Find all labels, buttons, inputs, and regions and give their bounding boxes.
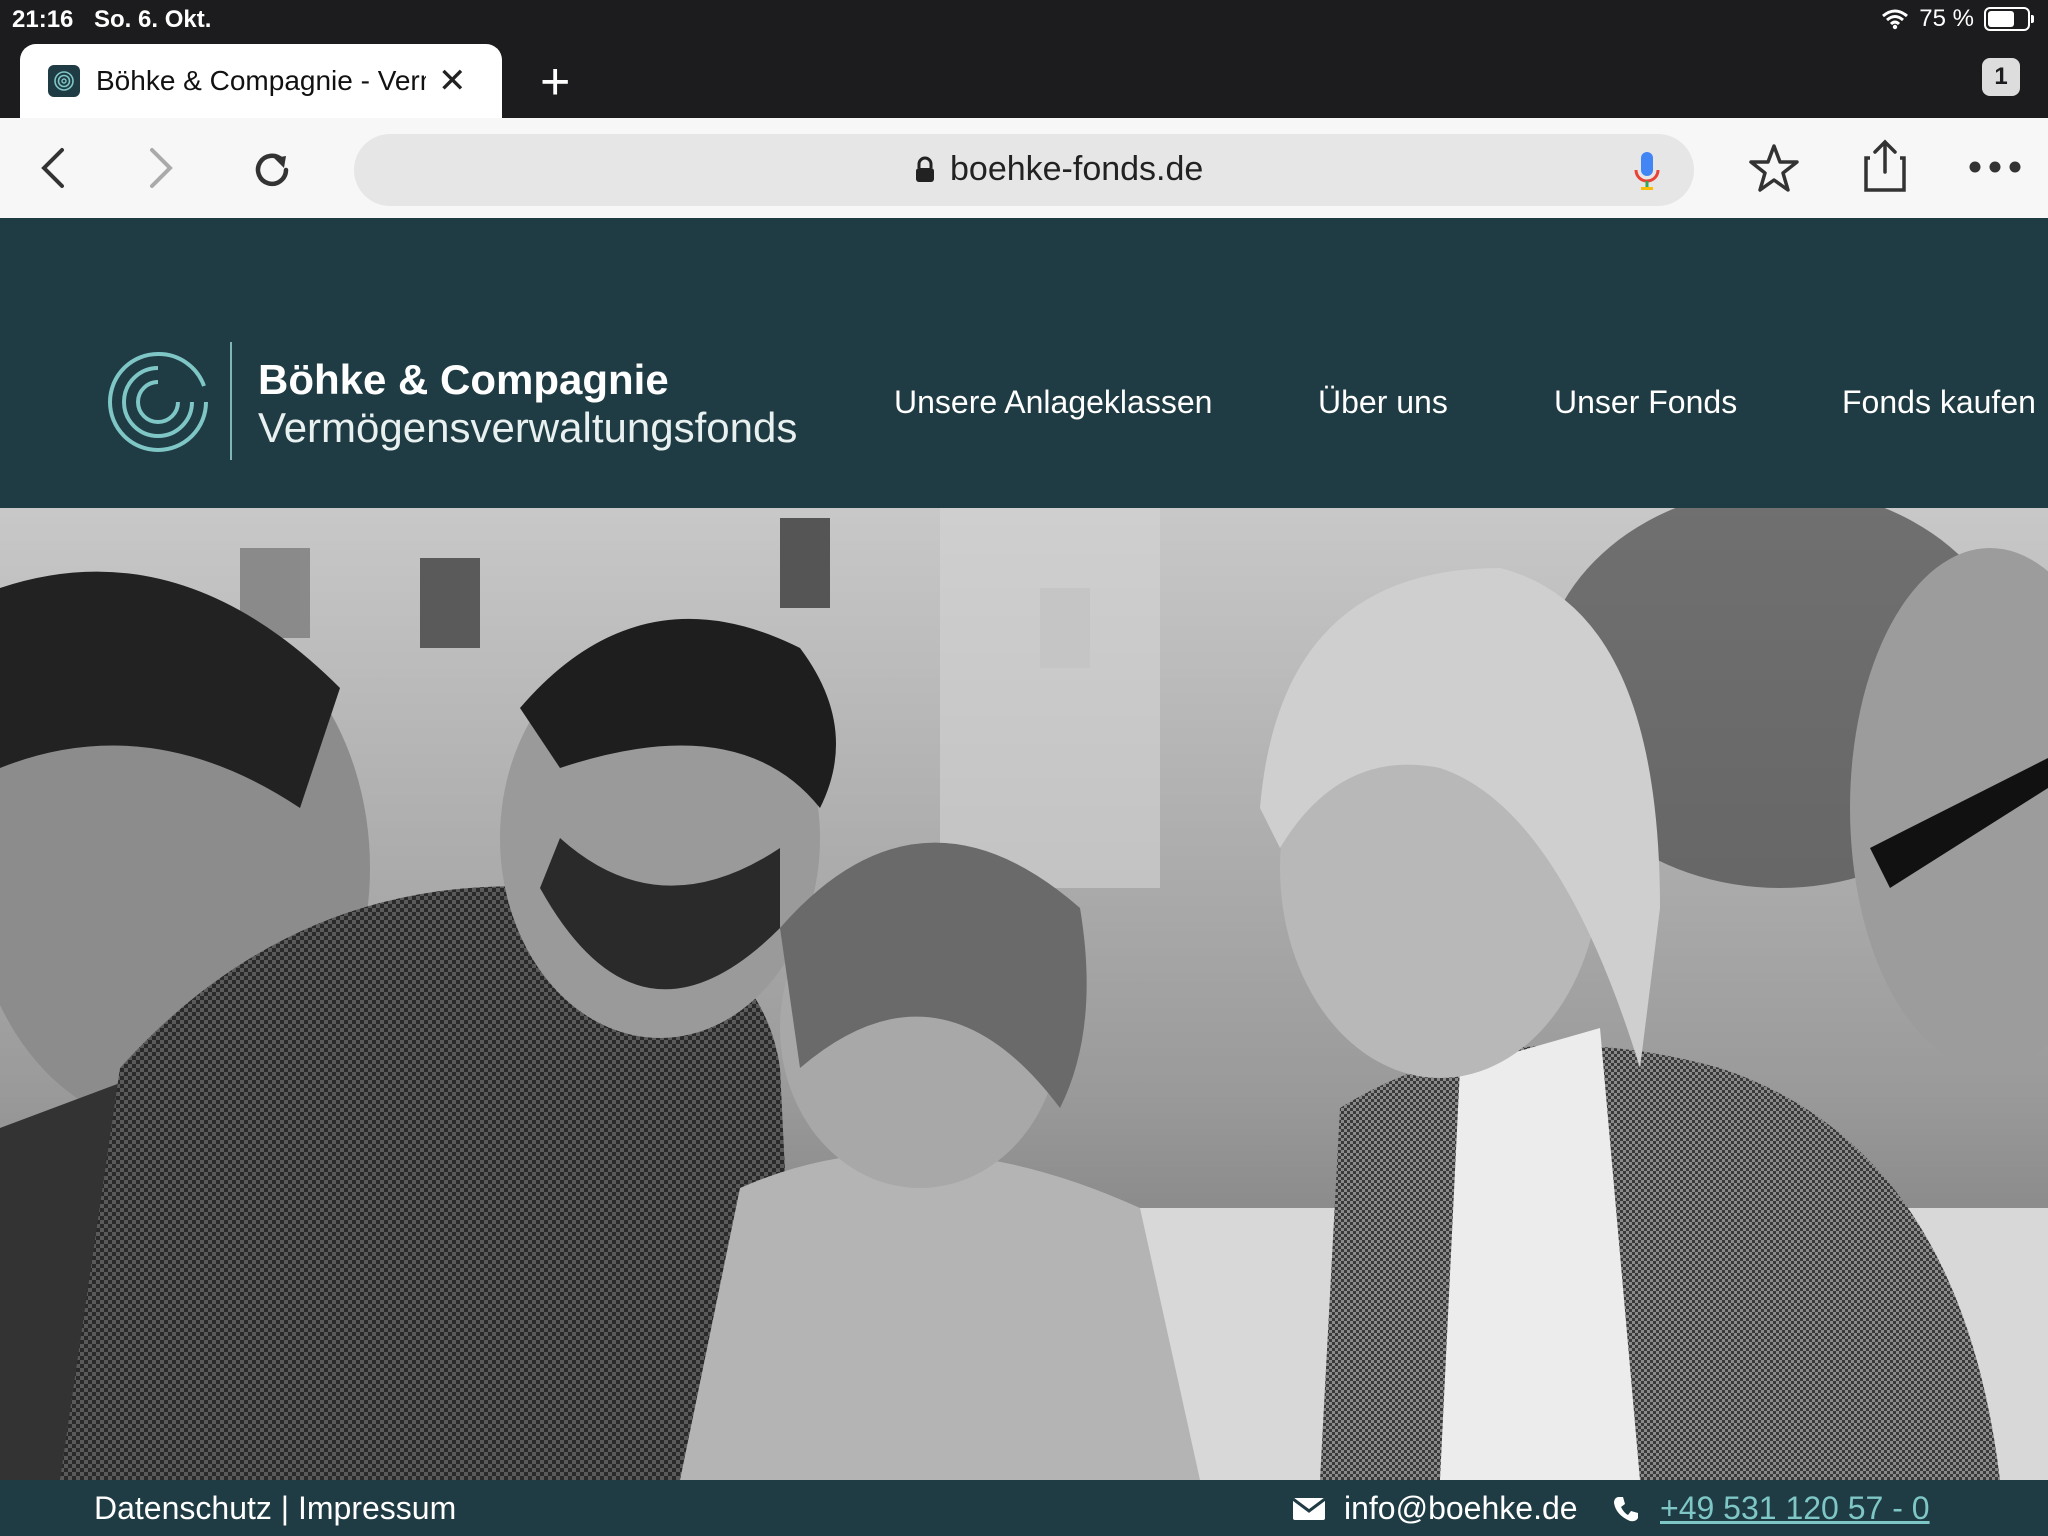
hero-image (0, 508, 2048, 1480)
tab-count-button[interactable]: 1 (1982, 58, 2020, 96)
nav-anlageklassen[interactable]: Unsere Anlageklassen (894, 384, 1212, 421)
status-indicators: 75 % (1881, 5, 2034, 33)
browser-tab-active[interactable]: Böhke & Compagnie - Verm ✕ (20, 44, 502, 118)
lock-icon (916, 156, 934, 182)
tab-title: Böhke & Compagnie - Verm (96, 65, 426, 96)
email-link[interactable]: info@boehke.de (1344, 1490, 1578, 1527)
battery-icon (1984, 7, 2034, 31)
battery-percent: 75 % (1919, 5, 1974, 32)
wifi-icon (1882, 9, 1909, 30)
envelope-icon (1292, 1497, 1326, 1520)
footer-separator: | (271, 1490, 298, 1526)
nav-ueber-uns[interactable]: Über uns (1318, 384, 1448, 421)
bookmark-star-icon[interactable] (1746, 142, 1802, 196)
nav-fonds-kaufen[interactable]: Fonds kaufen (1842, 384, 2036, 421)
logo-divider (230, 342, 232, 460)
mic-icon[interactable] (1632, 150, 1662, 192)
plus-icon[interactable]: + (540, 52, 570, 112)
favicon-icon (48, 65, 80, 97)
forward-icon[interactable] (146, 146, 176, 190)
brand-subtitle[interactable]: Vermögensverwaltungsfonds (258, 404, 797, 452)
imprint-link[interactable]: Impressum (298, 1490, 456, 1526)
site-footer: Datenschutz | Impressum info@boehke.de +… (0, 1480, 2048, 1536)
address-bar[interactable]: boehke-fonds.de (354, 134, 1694, 206)
more-icon[interactable] (1968, 160, 2022, 174)
phone-link[interactable]: +49 531 120 57 - 0 (1660, 1490, 1930, 1527)
status-bar: 21:16 So. 6. Okt. 75 % (0, 0, 2048, 40)
status-time: 21:16 (12, 6, 74, 33)
privacy-link[interactable]: Datenschutz (94, 1490, 272, 1526)
brand-name[interactable]: Böhke & Compagnie (258, 356, 669, 404)
status-date: So. 6. Okt. (94, 6, 212, 33)
share-icon[interactable] (1862, 138, 1908, 194)
phone-icon (1614, 1496, 1638, 1521)
close-icon[interactable]: ✕ (438, 61, 467, 101)
url-text: boehke-fonds.de (950, 150, 1204, 188)
logo-icon[interactable] (106, 350, 210, 454)
nav-unser-fonds[interactable]: Unser Fonds (1554, 384, 1737, 421)
reload-icon[interactable] (248, 146, 296, 194)
back-icon[interactable] (38, 146, 68, 190)
